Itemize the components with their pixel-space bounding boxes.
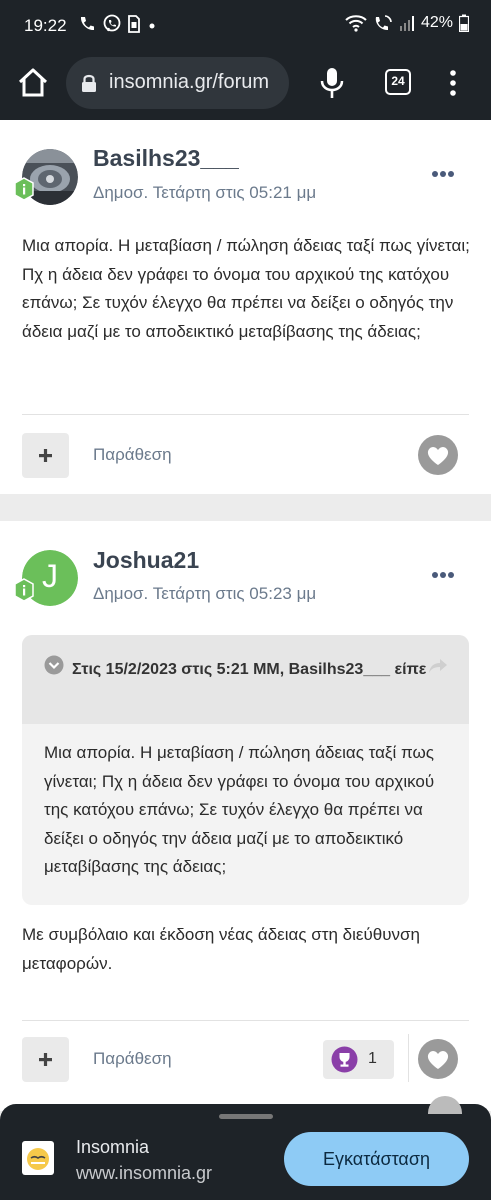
sheet-drag-handle[interactable] — [219, 1114, 273, 1119]
like-button[interactable] — [418, 1039, 458, 1079]
multiquote-button[interactable] — [22, 433, 69, 478]
quote-attribution: Στις 15/2/2023 στις 5:21 ΜΜ, Basilhs23__… — [72, 661, 427, 678]
quote-body: Μια απορία. Η μεταβίαση / πώληση άδειας … — [44, 743, 435, 876]
reaction-summary[interactable]: 1 — [323, 1040, 394, 1079]
quote-link[interactable]: Παράθεση — [93, 445, 172, 465]
more-options-icon[interactable] — [443, 68, 463, 98]
reaction-count: 1 — [368, 1050, 377, 1067]
post-date[interactable]: Δημοσ. Τετάρτη στις 05:23 μμ — [93, 584, 316, 604]
multiquote-button[interactable] — [22, 1037, 69, 1082]
share-arrow-icon[interactable] — [427, 657, 449, 675]
status-notification-icons — [78, 14, 158, 34]
home-icon[interactable] — [16, 66, 50, 100]
post-author[interactable]: Joshua21 — [93, 547, 199, 574]
install-button[interactable]: Εγκατάσταση — [284, 1132, 469, 1186]
status-system-icons: 42% — [345, 14, 469, 32]
signal-icon — [399, 16, 414, 31]
post-options-icon[interactable] — [431, 571, 455, 579]
post-date[interactable]: Δημοσ. Τετάρτη στις 05:21 μμ — [93, 183, 316, 203]
plus-icon — [39, 449, 52, 462]
install-app-sheet: Insomnia www.insomnia.gr Εγκατάσταση — [0, 1096, 491, 1200]
microphone-icon[interactable] — [318, 66, 346, 100]
insomnia-logo-icon — [27, 1148, 49, 1170]
quote-link[interactable]: Παράθεση — [93, 1049, 172, 1069]
phone-call-icon — [80, 17, 94, 31]
heart-icon — [427, 1051, 449, 1069]
battery-percent: 42% — [420, 14, 453, 31]
sim-card-icon — [128, 15, 140, 33]
forum-post: Basilhs23___ Δημοσ. Τετάρτη στις 05:21 μ… — [0, 120, 491, 494]
rank-badge-icon — [14, 177, 34, 201]
divider — [22, 1020, 469, 1021]
dot-icon — [149, 23, 155, 29]
heart-icon — [427, 447, 449, 465]
divider — [22, 414, 469, 415]
divider — [408, 1034, 409, 1082]
avatar[interactable]: J — [14, 550, 78, 606]
app-name: Insomnia — [76, 1137, 150, 1157]
browser-toolbar: insomnia.gr/forum 24 — [0, 52, 491, 120]
post-body: Με συμβόλαιο και έκδοση νέας άδειας στη … — [22, 925, 420, 973]
forum-post: J Joshua21 Δημοσ. Τετάρτη στις 05:23 μμ … — [0, 521, 491, 1111]
post-body: Μια απορία. Η μεταβίαση / πώληση άδειας … — [22, 236, 470, 341]
lock-icon — [82, 74, 96, 92]
status-time: 19:22 — [24, 16, 67, 35]
post-options-icon[interactable] — [431, 170, 455, 178]
wifi-icon — [345, 15, 367, 32]
rank-badge-icon — [14, 578, 34, 602]
url-text: insomnia.gr/forum — [109, 71, 270, 93]
app-icon — [22, 1141, 54, 1175]
app-url: www.insomnia.gr — [76, 1163, 213, 1183]
status-bar: 19:22 42% — [0, 0, 491, 52]
tab-switcher-button[interactable]: 24 — [385, 69, 411, 95]
like-button[interactable] — [418, 435, 458, 475]
plus-icon — [39, 1053, 52, 1066]
quoted-post: Στις 15/2/2023 στις 5:21 ΜΜ, Basilhs23__… — [22, 635, 469, 905]
wifi-calling-icon — [375, 15, 392, 31]
viber-icon — [103, 14, 121, 32]
trophy-icon — [331, 1046, 358, 1073]
battery-icon — [459, 14, 469, 32]
avatar[interactable] — [14, 149, 78, 205]
post-author[interactable]: Basilhs23___ — [93, 145, 239, 172]
quote-header[interactable]: Στις 15/2/2023 στις 5:21 ΜΜ, Basilhs23__… — [22, 635, 469, 724]
address-bar[interactable]: insomnia.gr/forum — [66, 57, 289, 109]
